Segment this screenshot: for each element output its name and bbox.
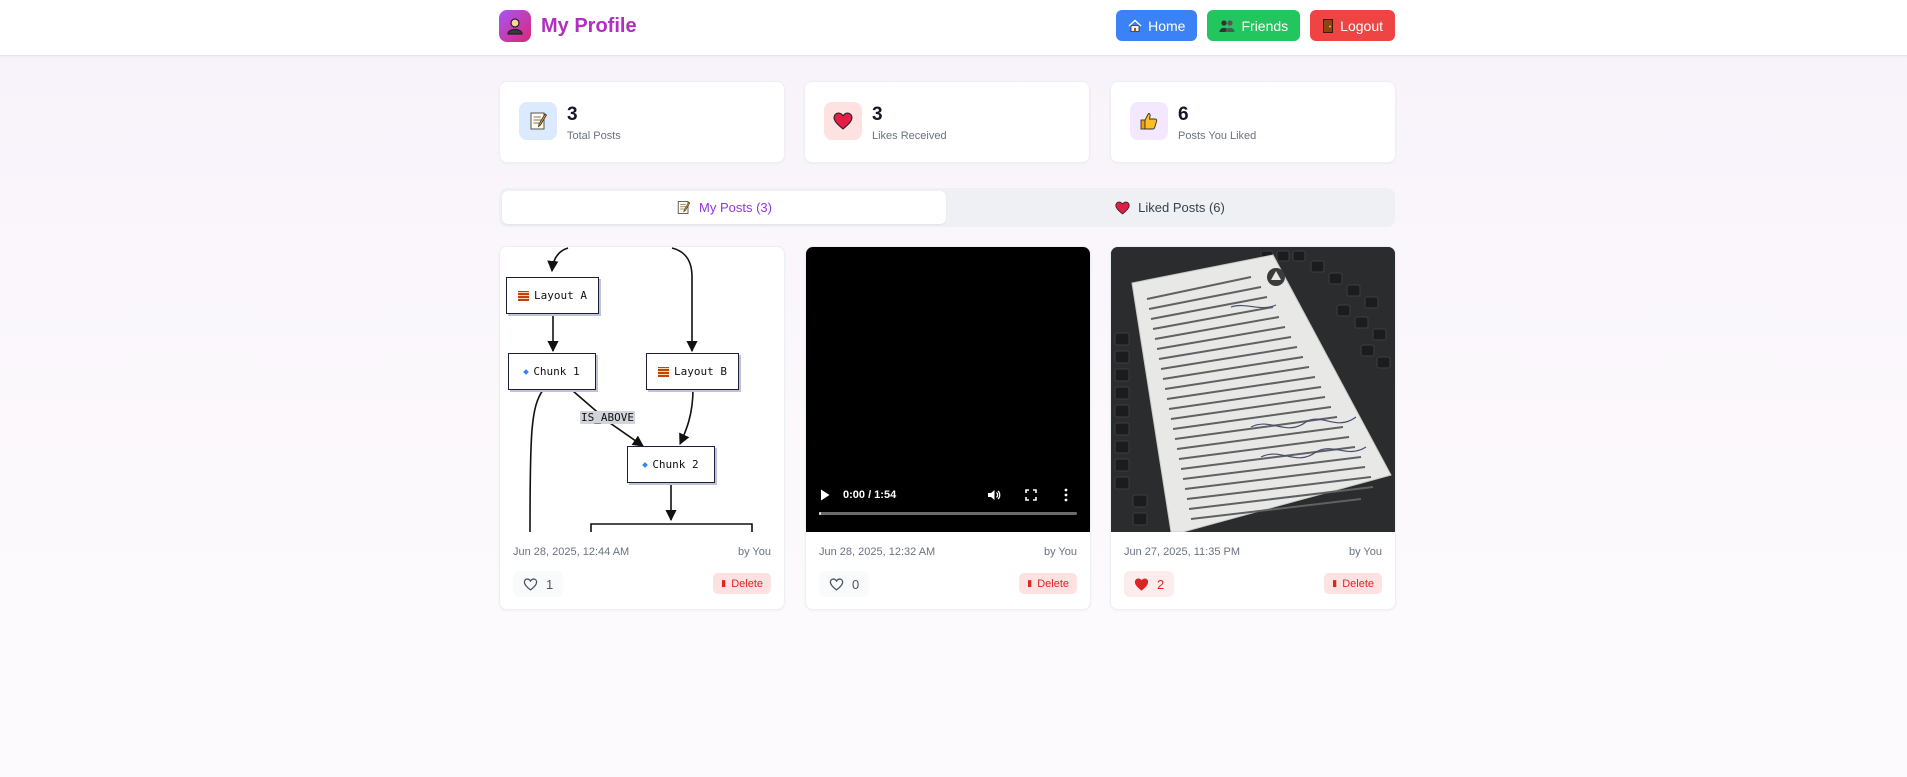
post-date: Jun 27, 2025, 11:35 PM (1124, 546, 1240, 558)
diagram-edge-label: IS_ABOVE (580, 411, 635, 424)
brand: My Profile (499, 10, 637, 42)
delete-button-label: Delete (731, 577, 763, 590)
delete-button[interactable]: ▮ Delete (713, 573, 771, 594)
diagram-node: Chunk 2 (627, 446, 715, 483)
stat-card-posts-you-liked: 6 Posts You Liked (1110, 81, 1396, 163)
post-date: Jun 28, 2025, 12:44 AM (513, 546, 630, 558)
heart-icon (824, 102, 862, 140)
wastebasket-icon: ▮ (721, 578, 727, 588)
wastebasket-icon: ▮ (1332, 578, 1338, 588)
delete-button-label: Delete (1342, 577, 1374, 590)
thumbs-up-icon (1130, 102, 1168, 140)
heart-outline-icon (829, 577, 844, 591)
house-icon (1128, 19, 1142, 32)
video-time: 0:00 / 1:54 (843, 489, 897, 501)
fullscreen-icon[interactable] (1025, 489, 1037, 501)
video-progress-fill (819, 512, 821, 515)
tab-my-posts[interactable]: My Posts (3) (502, 191, 946, 224)
like-count: 2 (1157, 576, 1165, 592)
page-title: My Profile (541, 14, 637, 37)
delete-button[interactable]: ▮ Delete (1019, 573, 1077, 594)
home-button-label: Home (1148, 17, 1186, 34)
stat-label: Likes Received (872, 130, 947, 142)
play-icon[interactable] (820, 489, 830, 501)
home-button[interactable]: Home (1116, 10, 1198, 41)
bricks-icon (658, 366, 669, 377)
heart-icon (1134, 578, 1149, 591)
friends-button-label: Friends (1241, 17, 1289, 34)
logout-button[interactable]: Logout (1310, 10, 1395, 41)
like-button[interactable]: 2 (1124, 571, 1175, 597)
user-avatar-icon (499, 10, 531, 42)
stat-card-likes-received: 3 Likes Received (804, 81, 1090, 163)
stat-label: Total Posts (567, 130, 621, 142)
wastebasket-icon: ▮ (1027, 578, 1033, 588)
post-video[interactable]: 0:00 / 1:54 (806, 247, 1090, 532)
stat-value: 3 (567, 104, 578, 125)
diagram-node: Layout B (646, 353, 739, 390)
delete-button-label: Delete (1037, 577, 1069, 590)
memo-icon (677, 201, 691, 214)
bricks-icon (518, 290, 529, 301)
like-count: 0 (852, 576, 860, 592)
top-nav: Home Friends Logout (1116, 10, 1395, 41)
friends-button[interactable]: Friends (1207, 10, 1301, 41)
stat-label: Posts You Liked (1178, 130, 1257, 142)
stat-value: 6 (1178, 104, 1189, 125)
post-tabs: My Posts (3) Liked Posts (6) (499, 188, 1395, 227)
heart-outline-icon (523, 577, 538, 591)
post-card: Jun 27, 2025, 11:35 PM by You 2 ▮ Delete (1110, 246, 1396, 610)
tab-my-posts-label: My Posts (3) (699, 200, 772, 215)
diagram-node: Chunk 1 (508, 353, 596, 390)
memo-icon (519, 102, 557, 140)
post-author: by You (737, 546, 771, 558)
post-date: Jun 28, 2025, 12:32 AM (819, 546, 936, 558)
logout-button-label: Logout (1340, 17, 1383, 34)
post-author: by You (1348, 546, 1382, 558)
blue-diamond-icon (642, 461, 649, 468)
stat-card-total-posts: 3 Total Posts (499, 81, 785, 163)
heart-icon (1115, 201, 1130, 214)
app-header: My Profile Home Friends Logout (0, 0, 1907, 56)
post-card: 0:00 / 1:54 Jun 28, 2025, 12:32 AM by Yo… (805, 246, 1091, 610)
post-card: Layout A Chunk 1 Layout B Chunk 2 IS_ABO… (499, 246, 785, 610)
more-options-icon[interactable] (1064, 488, 1068, 502)
post-photo[interactable] (1111, 247, 1395, 532)
like-button[interactable]: 1 (513, 571, 564, 597)
door-icon (1323, 18, 1334, 33)
people-icon (1219, 19, 1235, 32)
post-diagram-image[interactable]: Layout A Chunk 1 Layout B Chunk 2 IS_ABO… (500, 247, 784, 532)
tab-liked-posts-label: Liked Posts (6) (1138, 200, 1225, 215)
like-count: 1 (546, 576, 554, 592)
post-author: by You (1043, 546, 1077, 558)
stat-value: 3 (872, 104, 883, 125)
video-progress-bar[interactable] (819, 512, 1077, 515)
diagram-node: Layout A (506, 277, 599, 314)
tab-liked-posts[interactable]: Liked Posts (6) (948, 191, 1392, 224)
delete-button[interactable]: ▮ Delete (1324, 573, 1382, 594)
blue-diamond-icon (523, 368, 530, 375)
volume-icon[interactable] (987, 488, 1001, 502)
like-button[interactable]: 0 (819, 571, 870, 597)
